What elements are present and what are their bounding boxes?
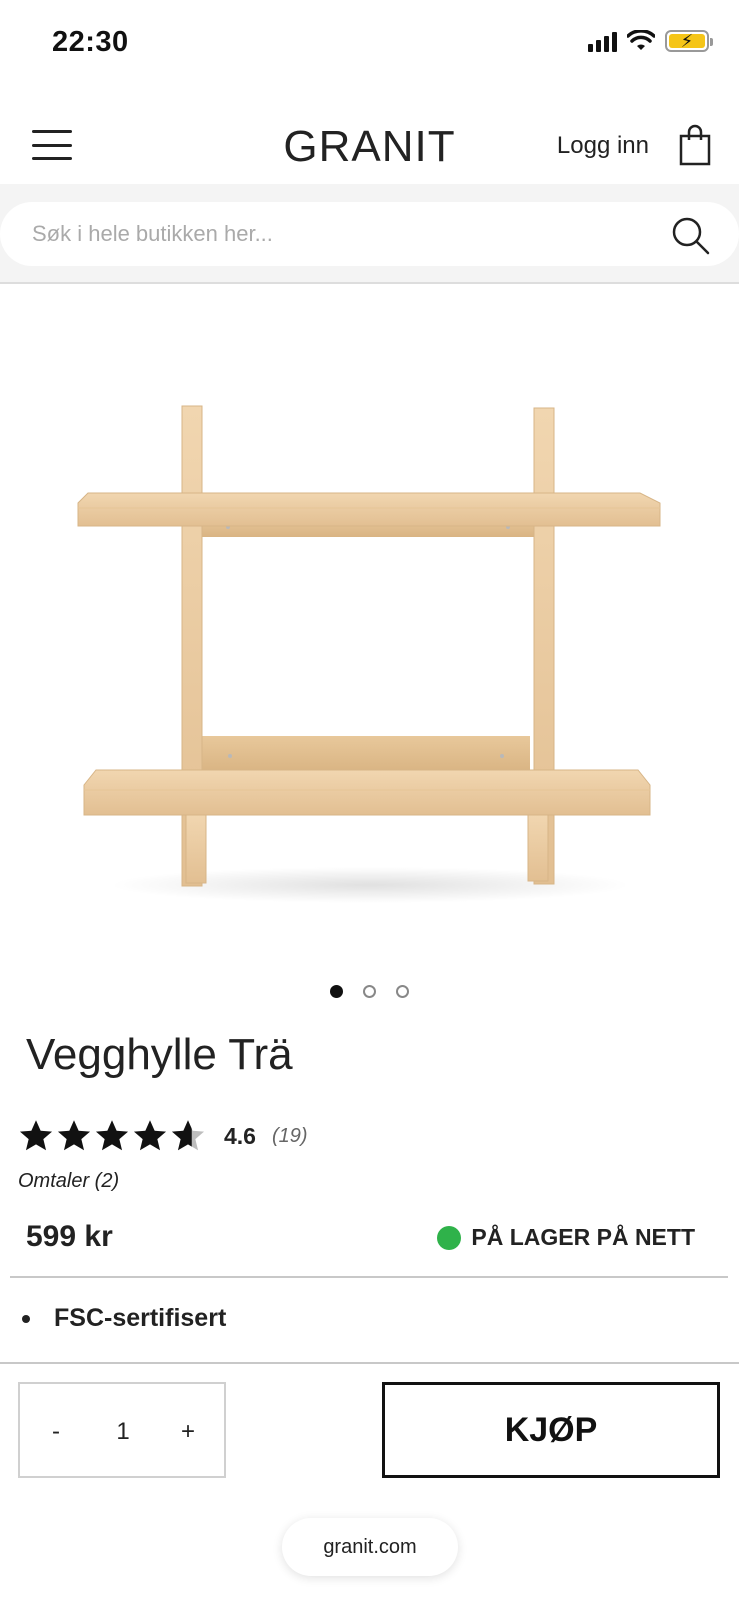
star-partial-icon bbox=[171, 1120, 205, 1151]
image-carousel-dots bbox=[0, 985, 739, 998]
rating-row[interactable]: 4.6 (19) bbox=[18, 1118, 308, 1154]
browser-domain-pill[interactable]: granit.com bbox=[282, 1518, 458, 1576]
star-icon bbox=[57, 1120, 91, 1151]
in-stock-dot-icon bbox=[437, 1225, 462, 1250]
bullet-icon bbox=[22, 1314, 30, 1323]
site-header: GRANIT Logg inn bbox=[0, 100, 739, 184]
stock-label: PÅ LAGER PÅ NETT bbox=[471, 1224, 695, 1250]
login-link[interactable]: Logg inn bbox=[557, 132, 649, 160]
product-title: Vegghylle Trä bbox=[26, 1030, 293, 1079]
signal-icon bbox=[588, 30, 617, 52]
stock-status: PÅ LAGER PÅ NETT bbox=[437, 1224, 695, 1251]
feature-item: FSC-sertifisert bbox=[22, 1304, 226, 1333]
search-field-wrapper bbox=[0, 202, 739, 266]
divider bbox=[0, 1362, 739, 1364]
product-price: 599 kr bbox=[26, 1220, 113, 1253]
rating-count: (19) bbox=[271, 1124, 308, 1147]
search-icon[interactable] bbox=[671, 216, 711, 256]
status-bar: 22:30 ⚡ bbox=[0, 0, 739, 90]
star-icon bbox=[95, 1120, 129, 1151]
quantity-increase-button[interactable]: + bbox=[168, 1412, 208, 1452]
star-icon bbox=[133, 1120, 167, 1151]
feature-text: FSC-sertifisert bbox=[54, 1304, 227, 1332]
reviews-link[interactable]: Omtaler (2) bbox=[18, 1170, 119, 1193]
quantity-decrease-button[interactable]: - bbox=[36, 1412, 76, 1452]
wifi-icon bbox=[627, 30, 655, 50]
quantity-input[interactable] bbox=[90, 1412, 156, 1452]
shopping-bag-icon[interactable] bbox=[679, 124, 711, 166]
rating-value: 4.6 bbox=[224, 1122, 256, 1149]
carousel-dot-1[interactable] bbox=[330, 985, 343, 998]
quantity-stepper: - + bbox=[18, 1382, 226, 1478]
carousel-dot-3[interactable] bbox=[396, 985, 409, 998]
status-time: 22:30 bbox=[52, 26, 129, 58]
divider bbox=[10, 1276, 728, 1278]
rating-stars bbox=[18, 1118, 206, 1154]
feature-list: FSC-sertifisert bbox=[22, 1304, 226, 1333]
search-bar bbox=[0, 184, 739, 284]
status-icons: ⚡ bbox=[588, 30, 713, 52]
product-image[interactable] bbox=[0, 290, 739, 960]
battery-charging-icon: ⚡ bbox=[665, 30, 713, 52]
carousel-dot-2[interactable] bbox=[363, 985, 376, 998]
buy-button[interactable]: KJØP bbox=[382, 1382, 720, 1478]
star-icon bbox=[19, 1120, 53, 1151]
search-input[interactable] bbox=[32, 202, 632, 266]
